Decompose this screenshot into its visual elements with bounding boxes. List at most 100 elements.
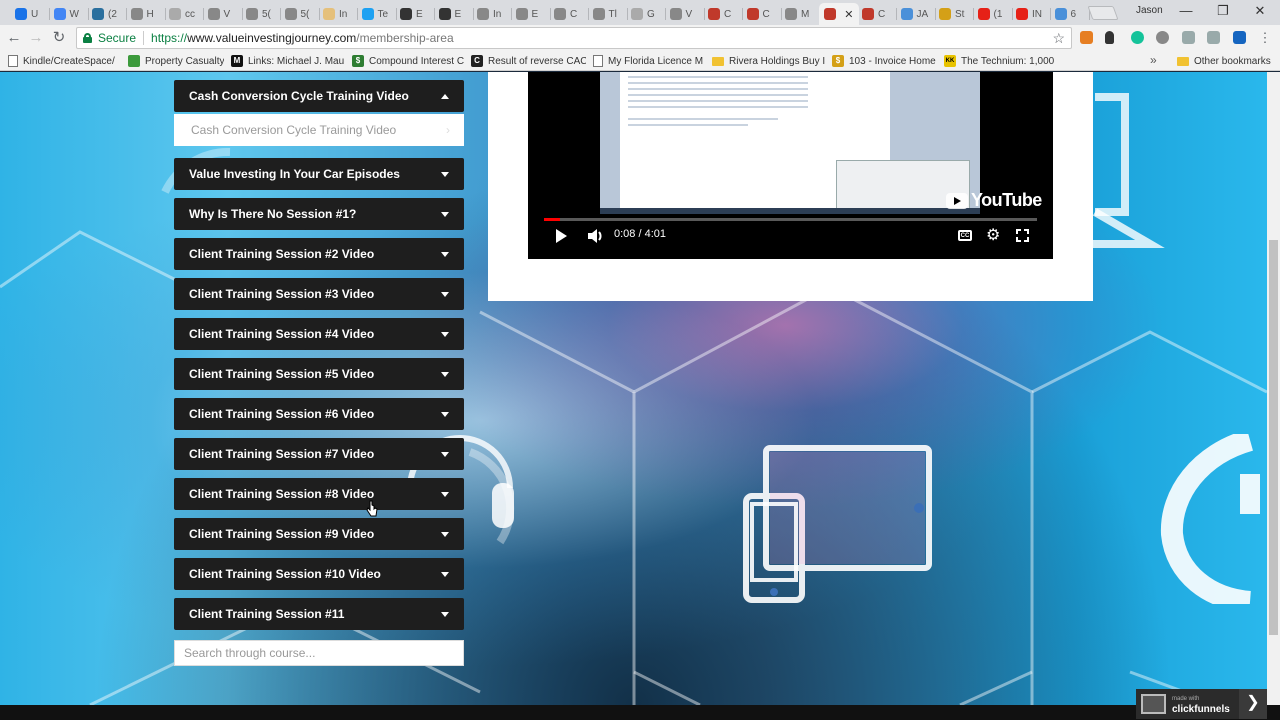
module-header[interactable]: Client Training Session #7 Video: [174, 438, 464, 470]
video-player[interactable]: YouTube 0:08 / 4:01 CC ⚙: [528, 72, 1053, 259]
course-search-input[interactable]: [174, 640, 464, 666]
play-icon[interactable]: [556, 229, 567, 243]
tab[interactable]: M: [780, 3, 820, 25]
address-bar[interactable]: Secure https://www.valueinvestingjourney…: [76, 27, 1072, 49]
other-bookmarks[interactable]: Other bookmarks: [1177, 53, 1271, 69]
module-header-open[interactable]: Cash Conversion Cycle Training Video: [174, 80, 464, 112]
bookmark-item[interactable]: KK The Technium: 1,000: [944, 53, 1054, 69]
tab[interactable]: C: [742, 3, 782, 25]
reload-icon[interactable]: ↻: [50, 28, 68, 48]
bookmark-item[interactable]: C Result of reverse CAC: [471, 53, 586, 69]
tab[interactable]: H: [126, 3, 166, 25]
profile-name[interactable]: Jason: [1136, 5, 1163, 16]
cube-icon: M: [231, 55, 243, 67]
bookmark-item[interactable]: $ Compound Interest C: [352, 53, 464, 69]
clickfunnels-badge[interactable]: made with clickfunnels ❯: [1136, 689, 1267, 719]
tab-favicon-icon: [92, 8, 104, 20]
tab[interactable]: St: [934, 3, 974, 25]
volume-icon[interactable]: [587, 228, 605, 244]
tab[interactable]: C: [703, 3, 743, 25]
module-header[interactable]: Client Training Session #5 Video: [174, 358, 464, 390]
bookmarks-more-button[interactable]: »: [1150, 53, 1157, 67]
forward-icon[interactable]: →: [27, 28, 45, 48]
close-window-button[interactable]: ✕: [1242, 1, 1278, 23]
tab[interactable]: Te: [357, 3, 397, 25]
tab[interactable]: E: [395, 3, 435, 25]
tab[interactable]: In: [318, 3, 358, 25]
bookmark-item[interactable]: Property Casualty: [128, 53, 224, 69]
tab-label: (1: [993, 8, 1003, 20]
scrollbar[interactable]: [1267, 72, 1280, 705]
extension-icon[interactable]: [1207, 31, 1220, 44]
module-header[interactable]: Client Training Session #10 Video: [174, 558, 464, 590]
tab[interactable]: JA: [896, 3, 936, 25]
code-icon[interactable]: [1182, 31, 1195, 44]
tab-favicon-icon: [15, 8, 27, 20]
tab[interactable]: 5(: [280, 3, 320, 25]
module-header[interactable]: Value Investing In Your Car Episodes: [174, 158, 464, 190]
bookmark-item[interactable]: My Florida Licence M: [593, 53, 703, 69]
bookmark-item[interactable]: Kindle/CreateSpace/: [8, 53, 115, 69]
tab[interactable]: G: [626, 3, 666, 25]
bookmark-item[interactable]: $103 - Invoice Home: [832, 53, 936, 69]
bookmark-label: My Florida Licence M: [608, 55, 704, 67]
chevron-right-icon[interactable]: ❯: [1239, 689, 1267, 719]
page-bottom-bar: [0, 705, 1280, 720]
bookmark-item[interactable]: M Links: Michael J. Mau: [231, 53, 344, 69]
tab[interactable]: V: [665, 3, 705, 25]
lesson-item[interactable]: Cash Conversion Cycle Training Video ›: [174, 114, 464, 146]
close-tab-icon[interactable]: ✕: [844, 8, 853, 21]
video-progress-bar[interactable]: [544, 218, 1037, 221]
tab[interactable]: cc: [164, 3, 204, 25]
new-tab-button[interactable]: [1087, 6, 1119, 20]
tab[interactable]: IN: [1011, 3, 1051, 25]
tab[interactable]: E: [511, 3, 551, 25]
bookmark-label: Result of reverse CAC: [488, 55, 586, 67]
menu-icon[interactable]: ⋮: [1256, 28, 1274, 48]
caret-down-icon: [441, 612, 449, 617]
bookmark-item[interactable]: Rivera Holdings Buy I: [712, 53, 825, 69]
tab[interactable]: E: [434, 3, 474, 25]
tab[interactable]: C: [549, 3, 589, 25]
module-header[interactable]: Client Training Session #4 Video: [174, 318, 464, 350]
module-header[interactable]: Client Training Session #9 Video: [174, 518, 464, 550]
tab[interactable]: C: [857, 3, 897, 25]
module-header[interactable]: Client Training Session #11: [174, 598, 464, 630]
maximize-button[interactable]: ❐: [1205, 1, 1241, 23]
captions-icon[interactable]: CC: [958, 230, 972, 241]
tab[interactable]: 5(: [241, 3, 281, 25]
tab[interactable]: W: [49, 3, 89, 25]
module-header[interactable]: Client Training Session #8 Video: [174, 478, 464, 510]
tab-label: 5(: [300, 8, 310, 20]
back-icon[interactable]: ←: [5, 28, 23, 48]
tab-label: E: [454, 8, 462, 20]
fullscreen-icon[interactable]: [1016, 229, 1029, 242]
module-header[interactable]: Client Training Session #6 Video: [174, 398, 464, 430]
extension-icon[interactable]: [1080, 31, 1093, 44]
minimize-button[interactable]: —: [1168, 1, 1204, 23]
tab[interactable]: U: [10, 3, 50, 25]
tab[interactable]: (1: [973, 3, 1013, 25]
clickfunnels-brand: clickfunnels: [1172, 703, 1230, 715]
module-header[interactable]: Client Training Session #3 Video: [174, 278, 464, 310]
youtube-logo[interactable]: YouTube: [946, 190, 1042, 211]
tab[interactable]: In: [472, 3, 512, 25]
tab[interactable]: Tl: [588, 3, 628, 25]
gear-icon[interactable]: ⚙: [986, 228, 1000, 244]
extension-icon[interactable]: [1233, 31, 1246, 44]
tab[interactable]: V: [203, 3, 243, 25]
tab-favicon-icon: [207, 8, 220, 20]
extension-icon[interactable]: [1105, 31, 1114, 44]
tab[interactable]: 6: [1050, 3, 1090, 25]
module-header[interactable]: Why Is There No Session #1?: [174, 198, 464, 230]
bookmark-star-icon[interactable]: ☆: [1052, 28, 1065, 48]
video-time: 0:08 / 4:01: [614, 228, 666, 240]
folder-icon: [1177, 56, 1189, 66]
module-header[interactable]: Client Training Session #2 Video: [174, 238, 464, 270]
tab[interactable]: (2: [87, 3, 127, 25]
extension-icon[interactable]: [1156, 31, 1169, 44]
grammarly-icon[interactable]: [1131, 31, 1144, 44]
scrollbar-thumb[interactable]: [1269, 240, 1278, 635]
tab-active[interactable]: ✕: [818, 3, 859, 25]
tab-label: IN: [1032, 8, 1042, 20]
